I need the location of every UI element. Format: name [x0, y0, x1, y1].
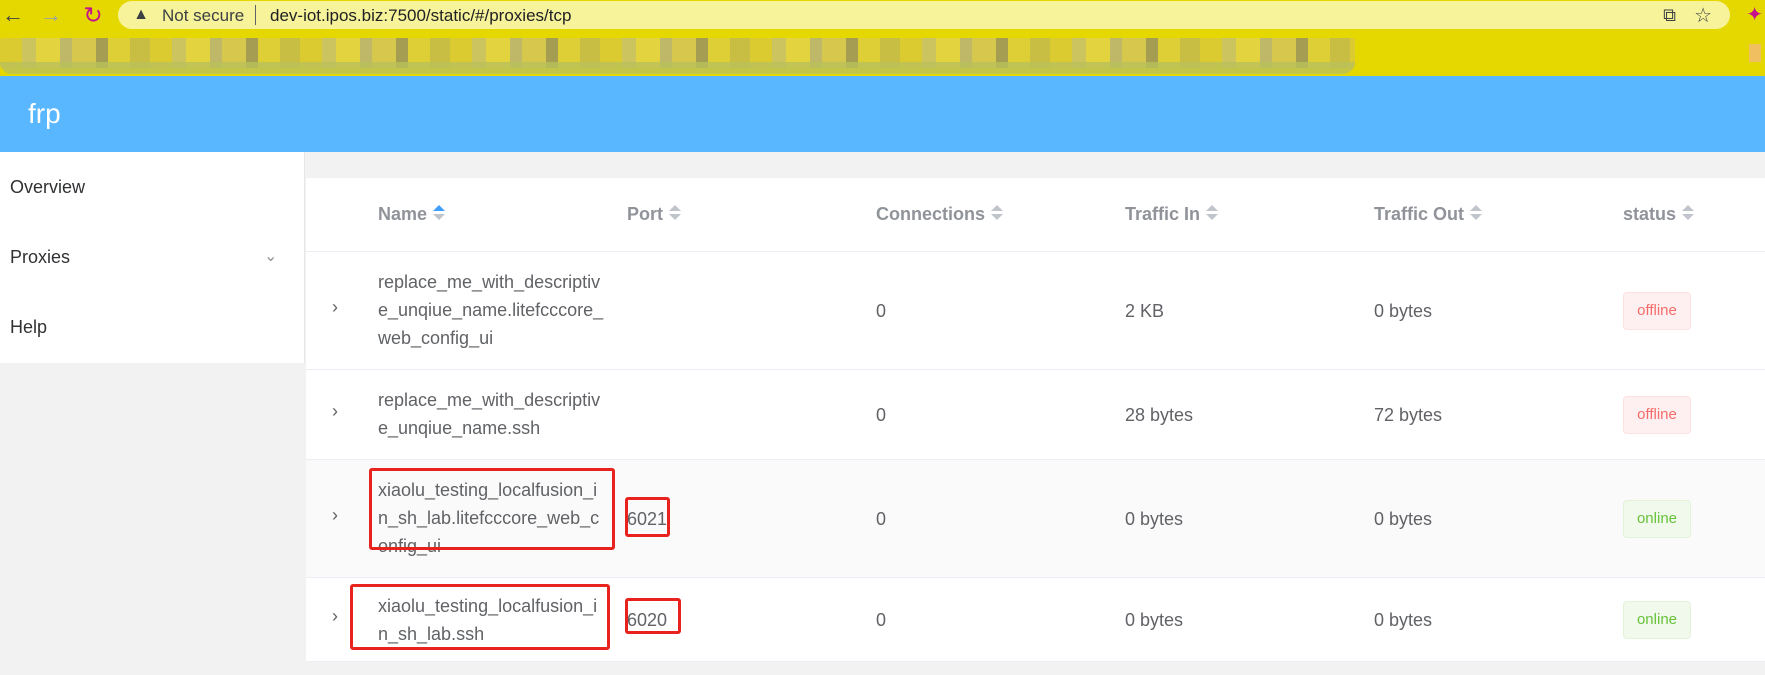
chevron-down-icon[interactable]: ⌄: [264, 222, 278, 292]
table-header: Name Port Connections Traffic In Traffic…: [306, 178, 1765, 252]
bookmark-star-icon[interactable]: ☆: [1694, 3, 1712, 28]
column-header-port[interactable]: Port: [627, 204, 681, 225]
sort-icon[interactable]: [1470, 205, 1483, 221]
sort-icon[interactable]: [1682, 205, 1695, 221]
status-badge: offline: [1623, 292, 1691, 330]
highlight-box-name: [350, 584, 610, 650]
table-row[interactable]: › replace_me_with_descriptive_unqiue_nam…: [306, 370, 1765, 460]
app-header: frp: [0, 76, 1765, 152]
proxy-connections: 0: [876, 301, 887, 321]
proxy-traffic-out: 0 bytes: [1374, 509, 1433, 529]
proxy-traffic-in: 2 KB: [1125, 301, 1165, 321]
proxies-table: Name Port Connections Traffic In Traffic…: [306, 178, 1765, 662]
back-icon[interactable]: ←: [0, 2, 26, 28]
warning-icon[interactable]: ▲: [132, 6, 150, 24]
expand-arrow-icon[interactable]: ›: [332, 401, 348, 422]
status-badge: online: [1623, 601, 1691, 639]
browser-toolbar: ← → ↻ ▲ Not secure dev-iot.ipos.biz:7500…: [0, 0, 1765, 30]
sidebar-item-proxies[interactable]: Proxies ⌄: [0, 222, 304, 292]
extension-puzzle-icon[interactable]: ✦: [1746, 2, 1763, 27]
column-header-status[interactable]: status: [1623, 204, 1695, 225]
column-header-connections[interactable]: Connections: [876, 204, 1004, 225]
main-content: Name Port Connections Traffic In Traffic…: [305, 152, 1765, 675]
expand-arrow-icon[interactable]: ›: [332, 606, 348, 627]
expand-arrow-icon[interactable]: ›: [332, 505, 348, 526]
proxy-connections: 0: [876, 405, 887, 425]
proxy-traffic-out: 0 bytes: [1374, 301, 1433, 321]
blurred-redaction: [0, 62, 1355, 74]
proxy-traffic-out: 72 bytes: [1374, 405, 1443, 425]
reload-icon[interactable]: ↻: [80, 2, 106, 28]
bookmark-folder-icon[interactable]: [1749, 44, 1761, 62]
proxy-name: replace_me_with_descriptive_unqiue_name.…: [378, 272, 604, 348]
table-row[interactable]: › replace_me_with_descriptive_unqiue_nam…: [306, 252, 1765, 370]
sidebar-item-label: Help: [10, 317, 48, 337]
brand-title[interactable]: frp: [28, 98, 61, 130]
proxy-traffic-in: 0 bytes: [1125, 610, 1184, 630]
sidebar: Overview Proxies ⌄ Help: [0, 152, 305, 675]
proxy-name: replace_me_with_descriptive_unqiue_name.…: [378, 390, 601, 438]
table-row[interactable]: › xiaolu_testing_localfusion_in_sh_lab.s…: [306, 578, 1765, 662]
proxy-connections: 0: [876, 509, 887, 529]
expand-arrow-icon[interactable]: ›: [332, 297, 348, 318]
sidebar-item-label: Overview: [10, 177, 86, 197]
proxy-traffic-out: 0 bytes: [1374, 610, 1433, 630]
sort-icon[interactable]: [433, 205, 446, 221]
status-badge: online: [1623, 500, 1691, 538]
proxy-traffic-in: 0 bytes: [1125, 509, 1184, 529]
sidebar-menu: Overview Proxies ⌄ Help: [0, 152, 305, 363]
highlight-box-name: [369, 468, 615, 550]
proxy-traffic-in: 28 bytes: [1125, 405, 1194, 425]
status-badge: offline: [1623, 396, 1691, 434]
sort-icon[interactable]: [1206, 205, 1219, 221]
highlight-box-port: [625, 497, 670, 537]
proxy-connections: 0: [876, 610, 887, 630]
table-row[interactable]: › xiaolu_testing_localfusion_in_sh_lab.l…: [306, 460, 1765, 578]
sidebar-item-help[interactable]: Help: [0, 292, 304, 362]
column-header-traffic-in[interactable]: Traffic In: [1125, 204, 1219, 225]
share-icon[interactable]: ⧉: [1663, 5, 1676, 26]
sort-icon[interactable]: [991, 205, 1004, 221]
url-text[interactable]: dev-iot.ipos.biz:7500/static/#/proxies/t…: [270, 6, 571, 26]
not-secure-label[interactable]: Not secure: [162, 6, 244, 26]
forward-icon[interactable]: →: [38, 2, 64, 28]
address-separator: [255, 5, 256, 25]
sort-icon[interactable]: [669, 205, 681, 221]
column-header-traffic-out[interactable]: Traffic Out: [1374, 204, 1483, 225]
column-header-name[interactable]: Name: [378, 204, 446, 225]
bookmarks-bar: [0, 30, 1765, 76]
highlight-box-port: [625, 598, 681, 634]
sidebar-item-label: Proxies: [10, 247, 71, 267]
sidebar-item-overview[interactable]: Overview: [0, 152, 304, 222]
address-bar[interactable]: ▲ Not secure dev-iot.ipos.biz:7500/stati…: [118, 1, 1730, 29]
